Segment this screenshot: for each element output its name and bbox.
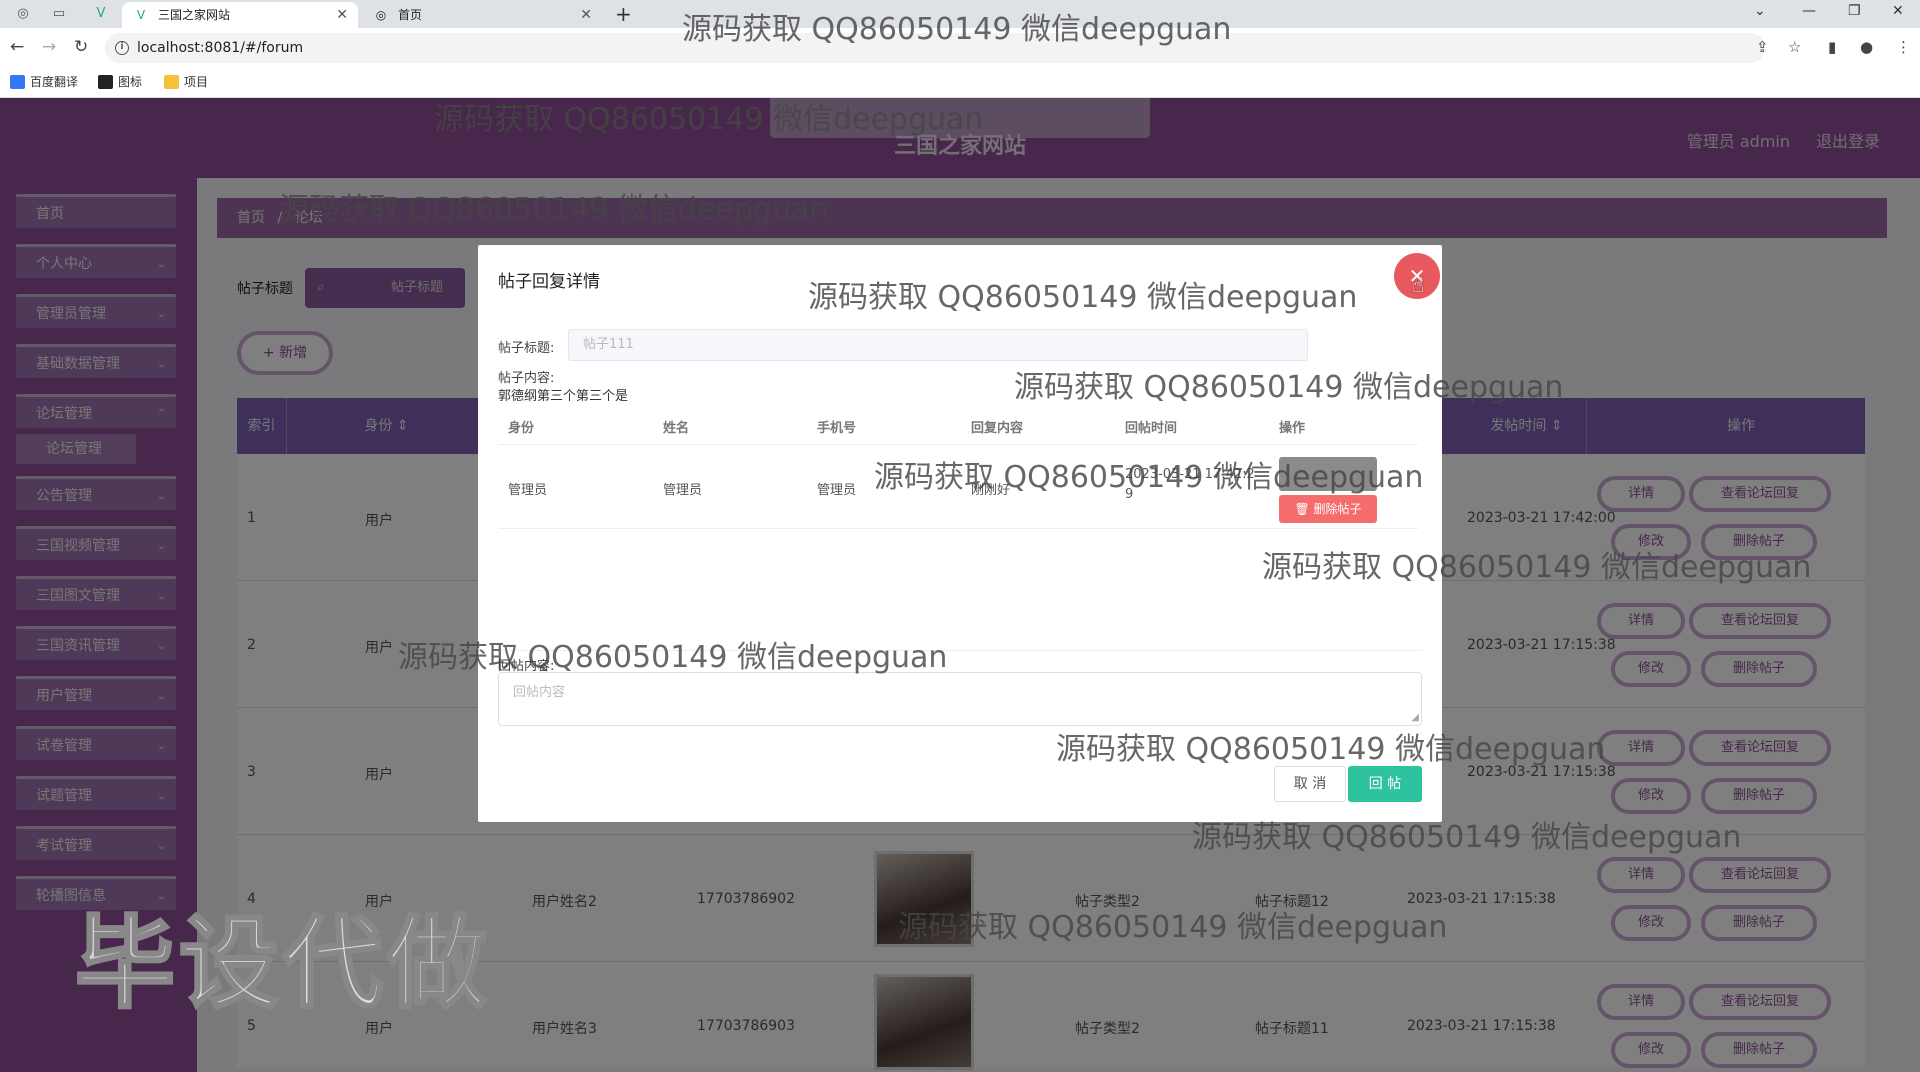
new-tab-button[interactable]: +: [615, 2, 632, 26]
info-icon[interactable]: i: [115, 41, 129, 55]
post-title-field: 帖子111: [568, 329, 1308, 361]
menu-icon[interactable]: ⋮: [1896, 38, 1911, 56]
cursor-icon: ☝: [1412, 273, 1425, 297]
trash-icon: 🗑: [1294, 502, 1310, 516]
reload-icon[interactable]: ↻: [74, 37, 88, 57]
vue-logo-icon: V: [136, 8, 146, 22]
pinned-tab-icon[interactable]: ▭: [48, 4, 70, 24]
image-icon: [98, 75, 113, 89]
folder-icon: [164, 75, 179, 89]
restore-icon[interactable]: ❐: [1848, 0, 1861, 22]
minimize-icon[interactable]: —: [1802, 0, 1816, 22]
forward-icon[interactable]: →: [42, 37, 56, 57]
watermark: 源码获取 QQ86050149 微信deepguan: [808, 280, 1358, 315]
big-watermark: 毕设代做: [74, 904, 491, 1024]
post-content-value: 郭德纲第三个第三个是: [498, 389, 629, 404]
submit-reply-button[interactable]: 回 帖: [1348, 766, 1422, 802]
resize-handle-icon[interactable]: ◢: [1411, 712, 1419, 723]
close-tab-icon[interactable]: ✕: [580, 2, 592, 28]
watermark: 源码获取 QQ86050149 微信deepguan: [898, 910, 1448, 945]
watermark: 源码获取 QQ86050149 微信deepguan: [874, 460, 1424, 495]
tab-site[interactable]: V 三国之家网站 ✕: [122, 2, 358, 28]
watermark: 源码获取 QQ86050149 微信deepguan: [682, 12, 1232, 47]
url-text: localhost:8081/#/forum: [137, 40, 304, 56]
translate-icon: [10, 75, 25, 89]
close-window-icon[interactable]: ✕: [1892, 0, 1904, 22]
vue-tab-icon[interactable]: V: [90, 4, 112, 24]
post-title-label: 帖子标题:: [498, 341, 555, 356]
share-icon[interactable]: ⇪: [1756, 38, 1769, 56]
bookmark-icons[interactable]: 图标: [98, 74, 142, 90]
tab-search-icon[interactable]: ⌄: [1754, 0, 1766, 22]
watermark: 源码获取 QQ86050149 微信deepguan: [434, 102, 984, 137]
back-icon[interactable]: ←: [10, 37, 24, 57]
watermark: 源码获取 QQ86050149 微信deepguan: [1192, 820, 1742, 855]
cancel-button[interactable]: 取 消: [1274, 766, 1346, 802]
bookmark-project[interactable]: 项目: [164, 74, 208, 90]
close-tab-icon[interactable]: ✕: [336, 2, 348, 28]
star-icon[interactable]: ☆: [1788, 38, 1801, 56]
post-content-label: 帖子内容:: [498, 371, 555, 386]
browser-icon[interactable]: ◎: [12, 4, 34, 24]
reply-placeholder: 回帖内容: [513, 685, 566, 700]
dialog-title: 帖子回复详情: [498, 272, 600, 292]
watermark: 源码获取 QQ86050149 微信deepguan: [1014, 370, 1564, 405]
reply-textarea[interactable]: 回帖内容 ◢: [498, 672, 1422, 726]
globe-icon: ◎: [375, 8, 387, 22]
bookmark-baidu-translate[interactable]: 百度翻译: [10, 74, 78, 90]
watermark: 源码获取 QQ86050149 微信deepguan: [398, 640, 948, 675]
watermark: 源码获取 QQ86050149 微信deepguan: [1056, 732, 1606, 767]
profile-icon[interactable]: ●: [1860, 38, 1873, 56]
tab-title: 三国之家网站: [158, 8, 231, 22]
watermark: 源码获取 QQ86050149 微信deepguan: [279, 192, 829, 227]
tab-title: 首页: [398, 8, 423, 22]
delete-reply-button[interactable]: 🗑 删除帖子: [1279, 495, 1377, 523]
reply-table-header: 身份 姓名 手机号 回复内容 回帖时间 操作: [498, 405, 1418, 445]
watermark: 源码获取 QQ86050149 微信deepguan: [1262, 550, 1812, 585]
sidebar-panel-icon[interactable]: ▮: [1828, 38, 1836, 56]
tab-home[interactable]: ◎ 首页 ✕: [362, 2, 602, 28]
